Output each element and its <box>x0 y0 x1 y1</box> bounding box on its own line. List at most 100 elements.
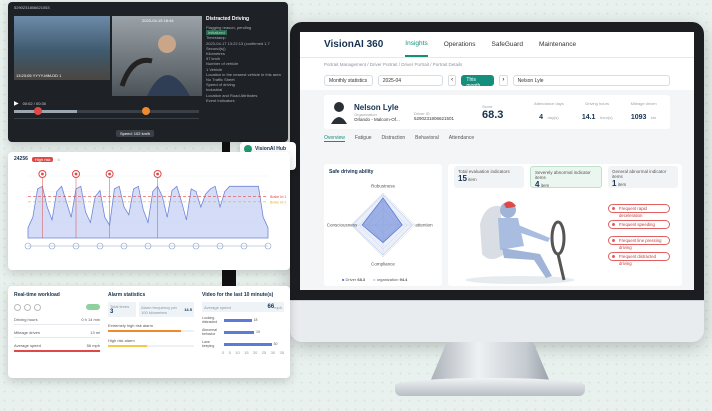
avg-speed-box: Average speed 66 mph <box>202 302 284 312</box>
kpi-value: 1 <box>612 179 617 188</box>
video-row-value: 30 <box>273 342 278 346</box>
kpi-label: Total evaluation indicators <box>458 169 510 174</box>
speed-chart-card: 24256 High risk 4 Brake lvl 1 Brake lvl 2 <box>8 152 290 270</box>
axis-tick: 5 <box>228 350 231 355</box>
breadcrumb: Portrait Management / Driver Portrait / … <box>300 58 694 71</box>
radar-legend: ■ Driver 68.3 ■ organization 94.4 <box>342 277 408 282</box>
tab-safeguard[interactable]: SafeGuard <box>492 33 523 56</box>
avg-speed-unit: mph <box>274 304 282 310</box>
stat-driving-hours: Driving hours 14.1 hour(s) <box>582 101 613 124</box>
stat-unit: hour(s) <box>599 114 613 120</box>
brand-title: VisionAI 360 <box>324 39 384 50</box>
road-camera-view[interactable]: 13:23:05 YYYY-MM-DD 1 <box>14 16 110 80</box>
video-stats-section: Video for the last 10 minute(s) Average … <box>202 292 284 355</box>
axis-tick: 0 <box>222 350 225 355</box>
speed-chart: Brake lvl 1Brake lvl 2 <box>24 170 286 250</box>
kpi-unit: item <box>617 182 627 187</box>
workload-row: Driving hours 0 h 14 min <box>14 317 100 325</box>
chip-speeding[interactable]: Frequent speeding <box>608 220 670 229</box>
alarm-label: High risk alarm <box>108 338 135 343</box>
org-value: Orlando - Malcom-Of... <box>354 116 400 122</box>
visionai-screen: VisionAI 360 Insights Operations SafeGua… <box>300 32 694 290</box>
event-marker-dot <box>156 172 160 176</box>
monitor-stand <box>430 342 550 382</box>
toggle-icon[interactable] <box>86 304 100 310</box>
prev-month-button[interactable]: ‹ <box>447 75 457 86</box>
subtab-distraction[interactable]: Distraction <box>382 135 406 142</box>
legend-org: organization <box>376 277 399 282</box>
score-value: 68.3 <box>482 108 504 121</box>
video-row: Abnormal behavior 19 <box>202 328 284 336</box>
alarm-section: Alarm statistics Total times 3 Alarm fre… <box>108 292 194 347</box>
chart-card-title: 24256 <box>14 156 28 162</box>
play-icon[interactable]: ▶ <box>14 100 19 107</box>
stat-value: 14.1 <box>581 113 596 121</box>
alarm-bar <box>108 330 194 332</box>
video-row-label: Lane keeping <box>202 340 215 348</box>
radar-chart: Robustness attention Compliance Consciousne… <box>327 184 433 267</box>
subtab-behavioral[interactable]: Behavioral <box>415 135 439 142</box>
chip-rapid-deceleration[interactable]: Frequent rapid deceleration <box>608 204 670 218</box>
period-select[interactable]: Monthly statistics <box>324 75 373 86</box>
workload-row: Mileage driven 13 mi <box>14 330 100 338</box>
alarm-freq-value: 14.5 <box>184 307 192 312</box>
driver-select[interactable]: Nelson Lyle <box>512 75 671 86</box>
workload-value: 13 mi <box>90 330 100 335</box>
event-marker[interactable] <box>34 107 42 115</box>
cabin-camera-view[interactable]: 2023-04-15 18:44 <box>112 16 202 96</box>
threshold-label: Brake lvl 1 <box>270 195 286 199</box>
this-month-button[interactable]: This month <box>461 75 495 89</box>
event-panel: Distracted Driving Flagging reason, pend… <box>206 16 286 103</box>
workload-value: 56 mph <box>86 343 100 348</box>
event-line: Event Indicators <box>206 97 235 103</box>
subtab-attendance[interactable]: Attendance <box>449 135 474 142</box>
tab-maintenance[interactable]: Maintenance <box>539 33 576 56</box>
month-select[interactable]: 2025-04 <box>377 75 443 86</box>
legend-driver: Driver <box>345 277 357 282</box>
axis-tick: 10 <box>235 350 240 355</box>
speed-badge: Speed: 102 km/h <box>116 130 155 137</box>
event-details: Flagging reason, pending Initialized Tim… <box>206 25 286 103</box>
radar-axis-label: attention <box>415 223 433 228</box>
kpi-general: General abnormal indicator items 1 item <box>608 166 678 188</box>
stat-value: 1093 <box>630 113 647 121</box>
risk-badge: High risk <box>31 156 54 162</box>
next-month-button[interactable]: › <box>499 75 508 86</box>
driver-3d-figure <box>465 201 575 284</box>
alarm-row: Extremely high risk alarm <box>108 323 194 332</box>
driver-profile: Nelson Lyle Organization Orlando - Malco… <box>324 95 670 129</box>
video-row-label: Abnormal behavior <box>202 328 217 336</box>
event-marker-dot <box>108 172 111 176</box>
tab-insights[interactable]: Insights <box>405 32 428 57</box>
video-row: Lane keeping 30 <box>202 340 284 348</box>
axis-tick: 30 <box>270 350 276 355</box>
video-card: 5290231806621053 13:23:05 YYYY-MM-DD 1 2… <box>8 2 288 142</box>
video-row-label: Looking distracted <box>202 316 218 324</box>
alarm-freq-box: Alarm frequency per 100 kilometers 14.5 <box>139 302 194 317</box>
player-controls: ▶ 00:02 / 00:30 <box>14 100 199 107</box>
alarm-title: Alarm statistics <box>108 292 146 298</box>
stat-attendance: Attendance days 4 day(s) <box>534 101 564 124</box>
driver-score: 68.3 <box>357 277 366 282</box>
alarm-freq-label: Alarm frequency per 100 kilometers <box>141 304 178 315</box>
event-marker-dot <box>74 172 78 176</box>
speed-area <box>27 185 269 239</box>
event-line: 2023-04-17 13:22:13 (confirmed 1.7 Secon… <box>206 40 270 51</box>
threshold-label: Brake lvl 2 <box>270 200 286 204</box>
tab-operations[interactable]: Operations <box>444 33 476 56</box>
org-score: 94.4 <box>399 277 408 282</box>
chip-line-pressing[interactable]: Frequent line pressing driving <box>608 236 670 250</box>
axis-tick: 15 <box>244 350 249 355</box>
axis-tick: 35 <box>279 350 284 355</box>
subtab-overview[interactable]: Overview <box>324 135 345 142</box>
chip-distracted[interactable]: Frequent distracted driving <box>608 252 670 266</box>
video-stats-title: Video for the last 10 minute(s) <box>202 292 274 298</box>
alarm-total-value: 3 <box>110 309 114 315</box>
radar-axis-label: Consciousness <box>327 223 358 228</box>
event-marker[interactable] <box>142 107 150 115</box>
risk-count: 4 <box>57 156 60 162</box>
subtab-fatigue[interactable]: Fatigue <box>355 135 372 142</box>
driver-name: Nelson Lyle <box>354 102 399 112</box>
progress-track[interactable] <box>14 107 199 115</box>
radar-axis-label: Robustness <box>371 184 396 189</box>
